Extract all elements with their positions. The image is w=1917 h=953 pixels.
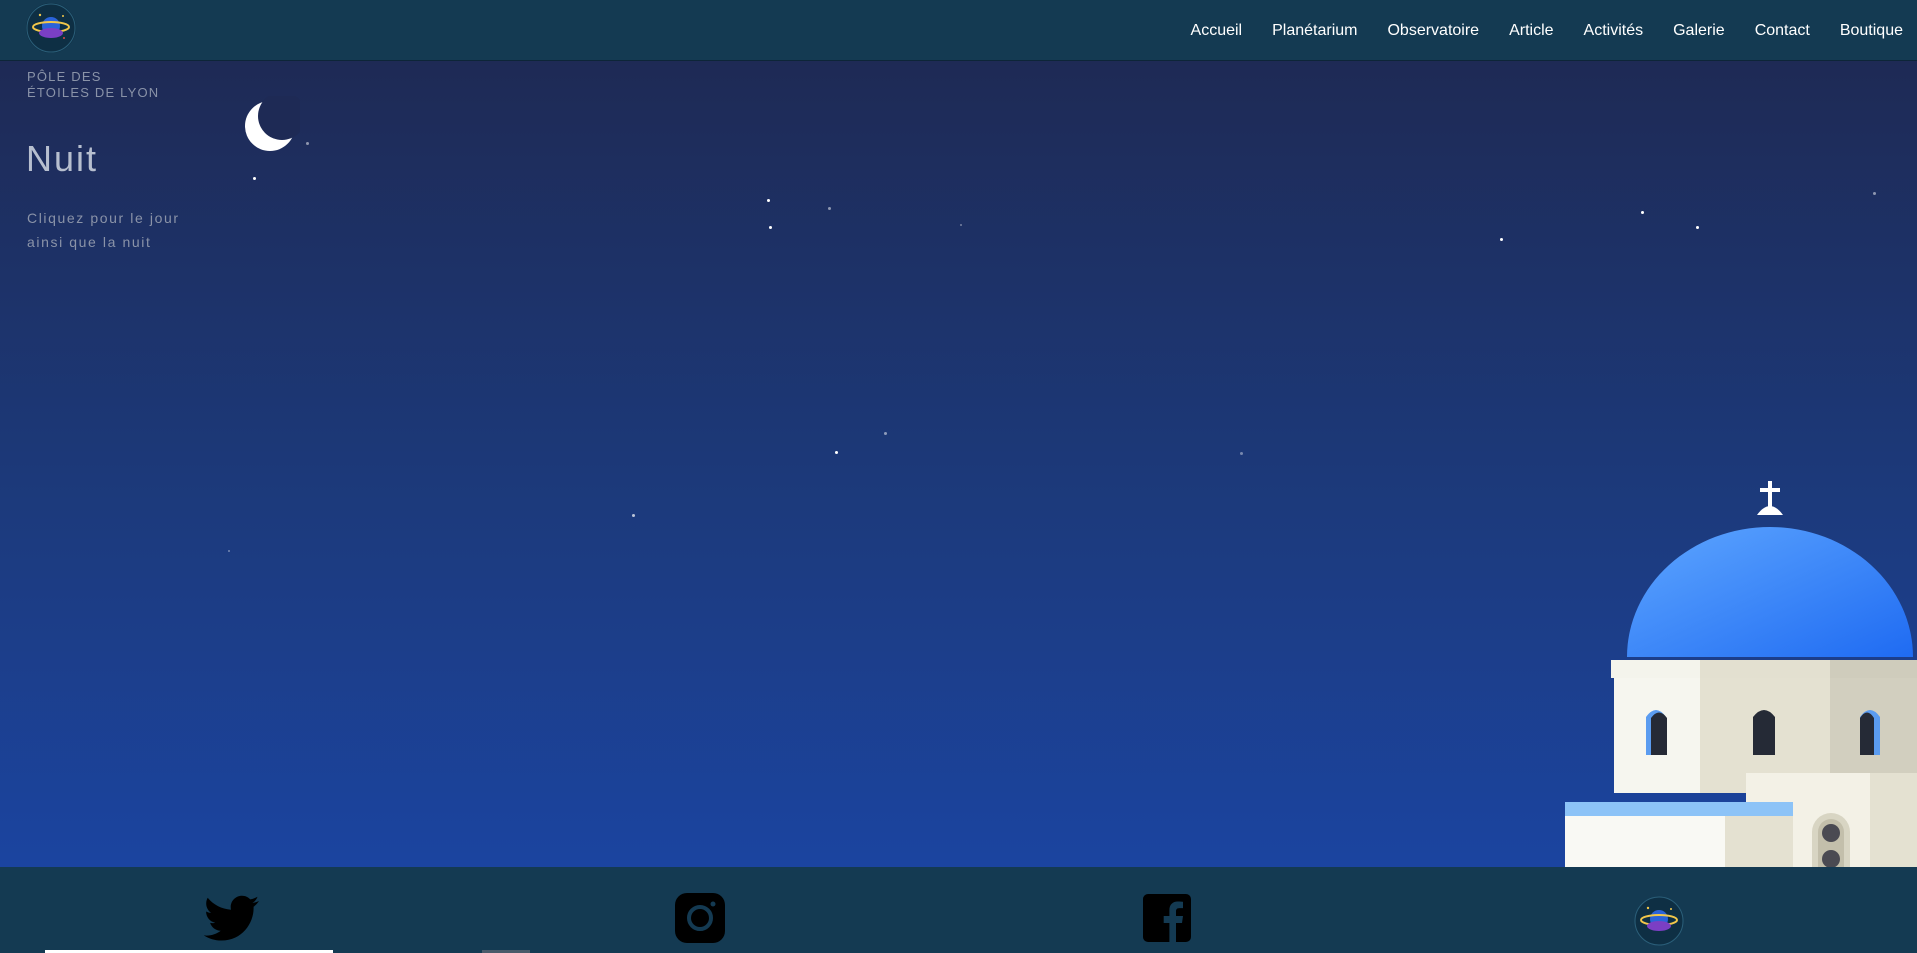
navbar: Accueil Planétarium Observatoire Article… (0, 0, 1917, 61)
nav-link-boutique[interactable]: Boutique (1840, 22, 1903, 40)
star (769, 226, 772, 229)
star (828, 207, 831, 210)
nav-link-galerie[interactable]: Galerie (1673, 22, 1725, 40)
main-menu: Accueil Planétarium Observatoire Article… (1161, 0, 1903, 61)
mode-title: Nuit (26, 138, 99, 179)
nav-link-activites[interactable]: Activités (1584, 22, 1644, 40)
mode-hint: Cliquez pour le jour ainsi que la nuit (27, 210, 180, 250)
star (306, 142, 309, 145)
facebook-icon[interactable] (1143, 894, 1191, 942)
star (960, 224, 962, 226)
nav-link-planetarium[interactable]: Planétarium (1272, 22, 1357, 40)
planet-logo-icon[interactable] (1634, 896, 1684, 946)
star (767, 199, 770, 202)
footer (0, 867, 1917, 953)
star (632, 514, 635, 517)
instagram-icon[interactable] (675, 893, 725, 943)
star (884, 432, 887, 435)
site-brand: Pôle des Étoiles de Lyon (27, 69, 159, 101)
brand-line-2: Étoiles de Lyon (27, 85, 160, 100)
nav-link-contact[interactable]: Contact (1755, 22, 1810, 40)
twitter-icon[interactable] (204, 895, 260, 943)
star (1240, 452, 1243, 455)
nav-link-accueil[interactable]: Accueil (1191, 22, 1243, 40)
star (1696, 226, 1699, 229)
star (253, 177, 256, 180)
star (835, 451, 838, 454)
star (228, 550, 230, 552)
night-sky-hero (0, 61, 1917, 867)
nav-link-observatoire[interactable]: Observatoire (1387, 22, 1479, 40)
brand-line-1: Pôle des (27, 69, 102, 84)
nav-link-article[interactable]: Article (1509, 22, 1553, 40)
star (1873, 192, 1876, 195)
star (1500, 238, 1503, 241)
planet-logo-icon[interactable] (26, 3, 76, 53)
moon-icon[interactable] (240, 96, 300, 156)
blue-dome-church-illustration (1565, 481, 1917, 867)
star (1641, 211, 1644, 214)
